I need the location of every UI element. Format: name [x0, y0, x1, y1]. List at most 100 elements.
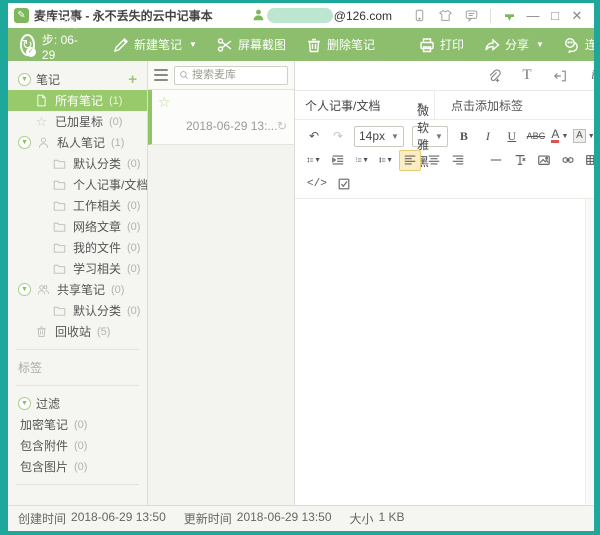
- maximize-button[interactable]: □: [544, 7, 566, 25]
- insert-link-button[interactable]: [557, 150, 579, 171]
- note-meta-row: 个人记事/文档 ▼ 点击添加标签: [295, 91, 594, 120]
- code-block-button[interactable]: </>: [303, 174, 331, 195]
- collapse-icon[interactable]: ▼: [18, 283, 31, 296]
- sidebar-item-recycle-bin[interactable]: 回收站(5): [8, 321, 147, 342]
- delete-note-button[interactable]: 删除笔记: [296, 28, 385, 61]
- share-icon: [484, 37, 500, 53]
- search-box[interactable]: [174, 66, 288, 85]
- folder-icon: [52, 303, 67, 318]
- mobile-app-icon[interactable]: [411, 8, 427, 24]
- category-dropdown[interactable]: 个人记事/文档 ▼: [295, 91, 435, 119]
- list-view-icon[interactable]: [154, 69, 168, 81]
- redo-button[interactable]: ↷: [327, 126, 349, 147]
- collapse-icon[interactable]: ▼: [18, 136, 31, 149]
- undo-button[interactable]: ↶: [303, 126, 325, 147]
- indent-button[interactable]: [327, 150, 349, 171]
- print-button[interactable]: 打印: [409, 28, 474, 61]
- sidebar-item-starred[interactable]: ☆ 已加星标(0): [8, 111, 147, 132]
- sidebar-item-private-notes[interactable]: ▼ 私人笔记(1): [8, 132, 147, 153]
- note-title: 2018-06-29 13:...: [186, 119, 277, 133]
- search-icon: [179, 70, 189, 80]
- category-value: 个人记事/文档: [305, 97, 380, 114]
- sidebar-folder-study[interactable]: 学习相关(0): [8, 258, 147, 279]
- filter-with-attachments[interactable]: 包含附件(0): [8, 435, 147, 456]
- new-note-icon: [113, 37, 129, 53]
- pop-out-icon[interactable]: [552, 68, 568, 84]
- strikethrough-button[interactable]: ABC: [525, 126, 547, 147]
- user-avatar-icon: [252, 8, 265, 24]
- insert-image-button[interactable]: [533, 150, 555, 171]
- align-right-button[interactable]: [447, 150, 469, 171]
- minimize-button[interactable]: —: [522, 7, 544, 25]
- wechat-connect-button[interactable]: 连接微信 ⌄⌄: [554, 28, 600, 61]
- bold-button[interactable]: B: [453, 126, 475, 147]
- underline-button[interactable]: U: [501, 126, 523, 147]
- horizontal-rule-button[interactable]: [485, 150, 507, 171]
- editor-scrollbar[interactable]: [585, 199, 594, 505]
- note-content-area[interactable]: [295, 199, 594, 505]
- feedback-icon[interactable]: [463, 8, 479, 24]
- text-format-icon[interactable]: T: [519, 68, 535, 84]
- note-list-header: [148, 61, 294, 90]
- sidebar-folder-my-files[interactable]: 我的文件(0): [8, 237, 147, 258]
- sidebar-folder-default-1[interactable]: 默认分类(0): [8, 153, 147, 174]
- printer-icon: [419, 37, 435, 53]
- italic-button[interactable]: I: [477, 126, 499, 147]
- note-title-row: T i: [295, 61, 594, 91]
- scissors-icon: [217, 37, 233, 53]
- person-icon: [36, 135, 51, 150]
- folder-icon: [52, 240, 67, 255]
- screenshot-button[interactable]: 屏幕截图: [207, 28, 296, 61]
- insert-table-button[interactable]: [581, 150, 600, 171]
- share-button[interactable]: 分享▼: [474, 28, 554, 61]
- attach-file-icon[interactable]: [486, 68, 502, 84]
- clear-format-button[interactable]: [509, 150, 531, 171]
- bullet-list-button[interactable]: ▼: [375, 150, 397, 171]
- format-toolbar: ↶ ↷ 14px▼ 微软雅黑▼ B I U ABC A▼ A▼ ▼ ▼ ▼: [295, 120, 594, 199]
- main-menu-icon[interactable]: ▬▾: [505, 12, 514, 20]
- sidebar-folder-personal-docs[interactable]: 个人记事/文档(1): [8, 174, 147, 195]
- sidebar-folder-web-articles[interactable]: 网络文章(0): [8, 216, 147, 237]
- username-redacted: [267, 8, 333, 23]
- filter-with-images[interactable]: 包含图片(0): [8, 456, 147, 477]
- note-star-icon[interactable]: ☆: [158, 94, 171, 111]
- align-center-button[interactable]: [423, 150, 445, 171]
- font-family-select[interactable]: 微软雅黑▼: [412, 126, 448, 147]
- filter-encrypted-notes[interactable]: 加密笔记(0): [8, 414, 147, 435]
- highlight-color-button[interactable]: A▼: [573, 126, 595, 147]
- align-left-button[interactable]: [399, 150, 421, 171]
- font-color-button[interactable]: A▼: [549, 126, 571, 147]
- app-window: ✎ 麦库记事 - 永不丢失的云中记事本 @126.com ▬▾ — □ ✕ ↻✓…: [0, 0, 600, 535]
- ordered-list-button[interactable]: ▼: [351, 150, 373, 171]
- note-editor: T i 个人记事/文档 ▼ 点击添加标签 ↶ ↷ 14px▼ 微软雅黑▼: [295, 61, 594, 505]
- user-email[interactable]: @126.com: [334, 9, 392, 23]
- note-list-item-selected[interactable]: ☆ 2018-06-29 13:... ↻: [148, 90, 294, 145]
- sync-icon: ↻✓: [20, 34, 35, 56]
- new-note-button[interactable]: 新建笔记▼: [103, 28, 207, 61]
- sidebar: ▼ 笔记 + 所有笔记(1) ☆ 已加星标(0) ▼ 私人笔记(1) 默认分类(…: [8, 61, 148, 505]
- todo-checkbox-button[interactable]: [333, 174, 355, 195]
- sidebar-divider: [16, 349, 139, 350]
- sidebar-section-filter[interactable]: ▼ 过滤: [8, 393, 147, 414]
- sidebar-item-all-notes[interactable]: 所有笔记(1): [8, 90, 147, 111]
- skin-theme-icon[interactable]: [437, 8, 453, 24]
- line-height-button[interactable]: ▼: [303, 150, 325, 171]
- collapse-icon[interactable]: ▼: [18, 397, 31, 410]
- filter-header-label: 过滤: [36, 395, 60, 412]
- sidebar-folder-default-2[interactable]: 默认分类(0): [8, 300, 147, 321]
- sidebar-folder-work[interactable]: 工作相关(0): [8, 195, 147, 216]
- collapse-icon[interactable]: ▼: [18, 73, 31, 86]
- note-info-icon[interactable]: i: [585, 68, 600, 84]
- add-tag-field[interactable]: 点击添加标签: [435, 97, 539, 114]
- notes-header-label: 笔记: [36, 71, 60, 88]
- note-title-input[interactable]: [305, 68, 486, 84]
- sidebar-item-shared-notes[interactable]: ▼ 共享笔记(0): [8, 279, 147, 300]
- wechat-icon: [564, 37, 580, 53]
- sidebar-section-notes[interactable]: ▼ 笔记 +: [8, 69, 147, 90]
- add-notebook-button[interactable]: +: [128, 71, 137, 88]
- font-size-select[interactable]: 14px▼: [354, 126, 404, 147]
- sidebar-section-tags[interactable]: 标签: [8, 357, 147, 378]
- search-input[interactable]: [192, 69, 283, 81]
- close-button[interactable]: ✕: [566, 7, 588, 25]
- folder-icon: [52, 219, 67, 234]
